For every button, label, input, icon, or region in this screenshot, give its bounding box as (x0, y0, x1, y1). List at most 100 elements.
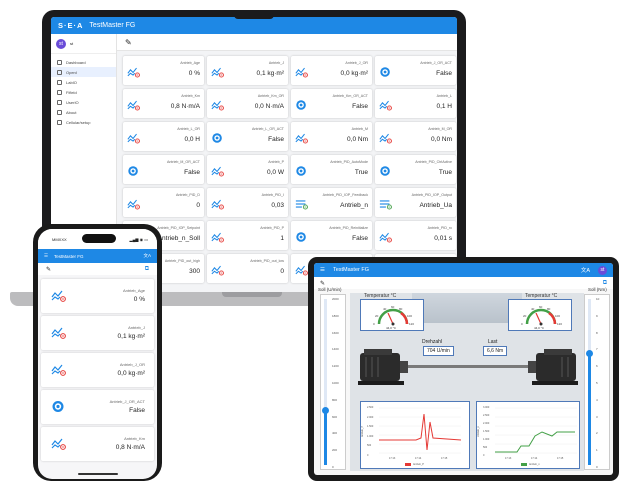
value-card[interactable]: Antrieb_Km 0,8 N·m/A (41, 427, 154, 461)
sidebar-item-label: OpenI (66, 69, 77, 75)
slider-tick-label: 0 (596, 465, 598, 469)
sidebar-item-userio[interactable]: UserIO (51, 97, 116, 107)
test-bench-panel: Temperatur °C 0 20 40 60 80 100 120 44,0 °C Tem… (350, 293, 584, 471)
card-value: False (352, 235, 368, 242)
phone-device: MMXXX ▂▄▆ ◉ ▭ ☰ TestMaster FG 文A ✎ ⧉ Ant… (33, 224, 162, 481)
card-variable-name: Antrieb_PID_I (261, 193, 284, 197)
sidebar-item-label: About (66, 109, 77, 115)
value-card[interactable]: Antrieb_Km_OR 0,0 N·m/A (207, 89, 288, 118)
speed-setpoint-slider[interactable]: 2000 1800 1600 1400 1200 1000 800 600 400 200 0 (320, 294, 346, 470)
edit-pencil-icon[interactable]: ✎ (320, 280, 325, 287)
translate-icon[interactable]: 文A (143, 253, 151, 259)
trend-alert-icon (127, 131, 140, 144)
list-link-icon (379, 197, 392, 210)
phone-card-list: Antrieb_Age 0 % Antrieb_J 0,1 kg·m² Antrieb_… (38, 275, 157, 468)
status-icons: ▂▄▆ ◉ ▭ (129, 236, 148, 242)
user-name: st (70, 41, 74, 46)
tablet-avatar[interactable]: st (598, 265, 607, 275)
sidebar-item-labio[interactable]: LabIO (51, 77, 116, 87)
card-variable-name: Antrieb_Km (124, 436, 145, 441)
value-card[interactable]: Antrieb_J_OR_ACT False (375, 56, 456, 85)
trend-alert-icon (51, 363, 66, 376)
status-target-icon (295, 164, 308, 176)
value-card[interactable]: Antrieb_PID_P 1 (207, 221, 288, 250)
slider-handle[interactable] (322, 407, 329, 415)
avatar[interactable]: st (56, 38, 66, 49)
slider-tick-label: 7 (596, 347, 598, 352)
card-variable-name: Antrieb_PID_IOP_Setpoint (157, 226, 200, 230)
value-card[interactable]: Antrieb_J 0,1 kg·m² (41, 316, 154, 350)
nav-icon (57, 119, 62, 125)
speed-trend-chart: Antrieb_n 3.000 2.500 2.000 1.500 1.000 500 0 17… (476, 401, 580, 469)
gauge-value: 44,0 °C (534, 326, 545, 330)
card-value: False (184, 169, 200, 176)
value-card[interactable]: Antrieb_M_OR_ACT False (123, 155, 204, 184)
value-card[interactable]: Antrieb_J_OR 0,0 kg·m² (291, 56, 372, 85)
chart-x-tick: 17:15 (441, 457, 448, 460)
card-variable-name: Antrieb_PID_out_low (250, 259, 284, 263)
gauge-tick-label: 60 (539, 305, 543, 309)
value-card[interactable]: Antrieb_PID_D 0 (123, 188, 204, 217)
power-trend-chart: Antrieb_P 2.500 2.000 1.500 1.000 500 0 17:13 17… (360, 401, 470, 469)
value-card[interactable]: Antrieb_J_OR 0,0 kg·m² (41, 353, 154, 387)
edit-pencil-icon[interactable]: ✎ (46, 266, 51, 273)
home-indicator[interactable] (78, 473, 118, 475)
value-card[interactable]: Antrieb_PID_AutoMode True (291, 155, 372, 184)
copy-icon[interactable]: ⧉ (603, 280, 607, 287)
value-card[interactable]: Antrieb_J 0,1 kg·m² (207, 56, 288, 85)
tablet-app-bar: ☰ TestMaster FG 文A st (314, 263, 613, 277)
value-card[interactable]: Antrieb_P 0,0 W (207, 155, 288, 184)
value-card[interactable]: Antrieb_PID_CtrlActive True (375, 155, 456, 184)
card-variable-name: Antrieb_M_OR (428, 127, 452, 131)
chart-y-tick: 1.500 (483, 430, 490, 433)
torque-setpoint-slider[interactable]: 10 9 8 7 6 5 4 3 2 1 0 (584, 294, 610, 470)
copy-icon[interactable]: ⧉ (145, 266, 149, 273)
user-row[interactable]: st st (51, 34, 116, 54)
card-value: 0,0 Nm (347, 136, 368, 143)
value-card[interactable]: Antrieb_M 0,0 Nm (291, 122, 372, 151)
card-value: 0,0 W (267, 169, 284, 176)
value-card[interactable]: Antrieb_M_OR 0,0 Nm (375, 122, 456, 151)
card-variable-name: Antrieb_J_OR (119, 362, 145, 367)
card-value: 0 % (133, 296, 145, 303)
sidebar-nav: Dashboard OpenI LabIO Fifield UserIO About Cel… (51, 54, 116, 127)
status-target-icon (127, 164, 140, 176)
slider-tick-label: 800 (332, 397, 338, 402)
phone-screen: MMXXX ▂▄▆ ◉ ▭ ☰ TestMaster FG 文A ✎ ⧉ Ant… (38, 229, 157, 479)
trend-alert-icon (211, 197, 224, 210)
card-variable-name: Antrieb_PID_rc (427, 226, 452, 230)
sidebar-item-fifield[interactable]: Fifield (51, 87, 116, 97)
slider-handle[interactable] (586, 350, 593, 358)
translate-icon[interactable]: 文A (581, 266, 590, 274)
value-card[interactable]: Antrieb_PID_out_low 0 (207, 254, 288, 283)
sidebar-item-about[interactable]: About (51, 107, 116, 117)
value-card[interactable]: Antrieb_L_OR_ACT False (207, 122, 288, 151)
sidebar-item-label: Dashboard (66, 59, 86, 65)
value-card[interactable]: Antrieb_L 0,1 H (375, 89, 456, 118)
value-card[interactable]: Antrieb_PID_rc 0,01 s (375, 221, 456, 250)
value-card[interactable]: Antrieb_Km_OR_ACT False (291, 89, 372, 118)
card-variable-name: Antrieb_PID_P (260, 226, 284, 230)
slider-tick-label: 10 (596, 297, 600, 301)
status-target-icon (211, 131, 224, 143)
value-card[interactable]: Antrieb_PID_IOP_Output Antrieb_Ua (375, 188, 456, 217)
menu-icon[interactable]: ☰ (44, 253, 48, 259)
sidebar-item-openi[interactable]: OpenI (51, 67, 116, 77)
sidebar-item-cellular-setup[interactable]: Cellular/setup (51, 117, 116, 127)
menu-icon[interactable]: ☰ (320, 267, 325, 273)
sidebar-item-dashboard[interactable]: Dashboard (51, 57, 116, 67)
value-card[interactable]: Antrieb_Km 0,8 N·m/A (123, 89, 204, 118)
value-card[interactable]: Antrieb_Age 0 % (41, 279, 154, 313)
card-variable-name: Antrieb_M_OR_ACT (167, 160, 200, 164)
chart-y-axis-label: Antrieb_n (476, 426, 480, 437)
value-card[interactable]: Antrieb_L_OR 0,0 H (123, 122, 204, 151)
chart-x-tick: 17:13 (389, 457, 396, 460)
left-slider-title: Soll (U/min) (318, 287, 342, 292)
value-card[interactable]: Antrieb_J_OR_ACT False (41, 390, 154, 424)
slider-tick-label: 2000 (332, 297, 339, 301)
value-card[interactable]: Antrieb_Age 0 % (123, 56, 204, 85)
value-card[interactable]: Antrieb_PID_Reinitialize False (291, 221, 372, 250)
value-card[interactable]: Antrieb_PID_IOP_Feedback Antrieb_n (291, 188, 372, 217)
value-card[interactable]: Antrieb_PID_I 0,03 (207, 188, 288, 217)
edit-pencil-icon[interactable]: ✎ (125, 38, 132, 47)
